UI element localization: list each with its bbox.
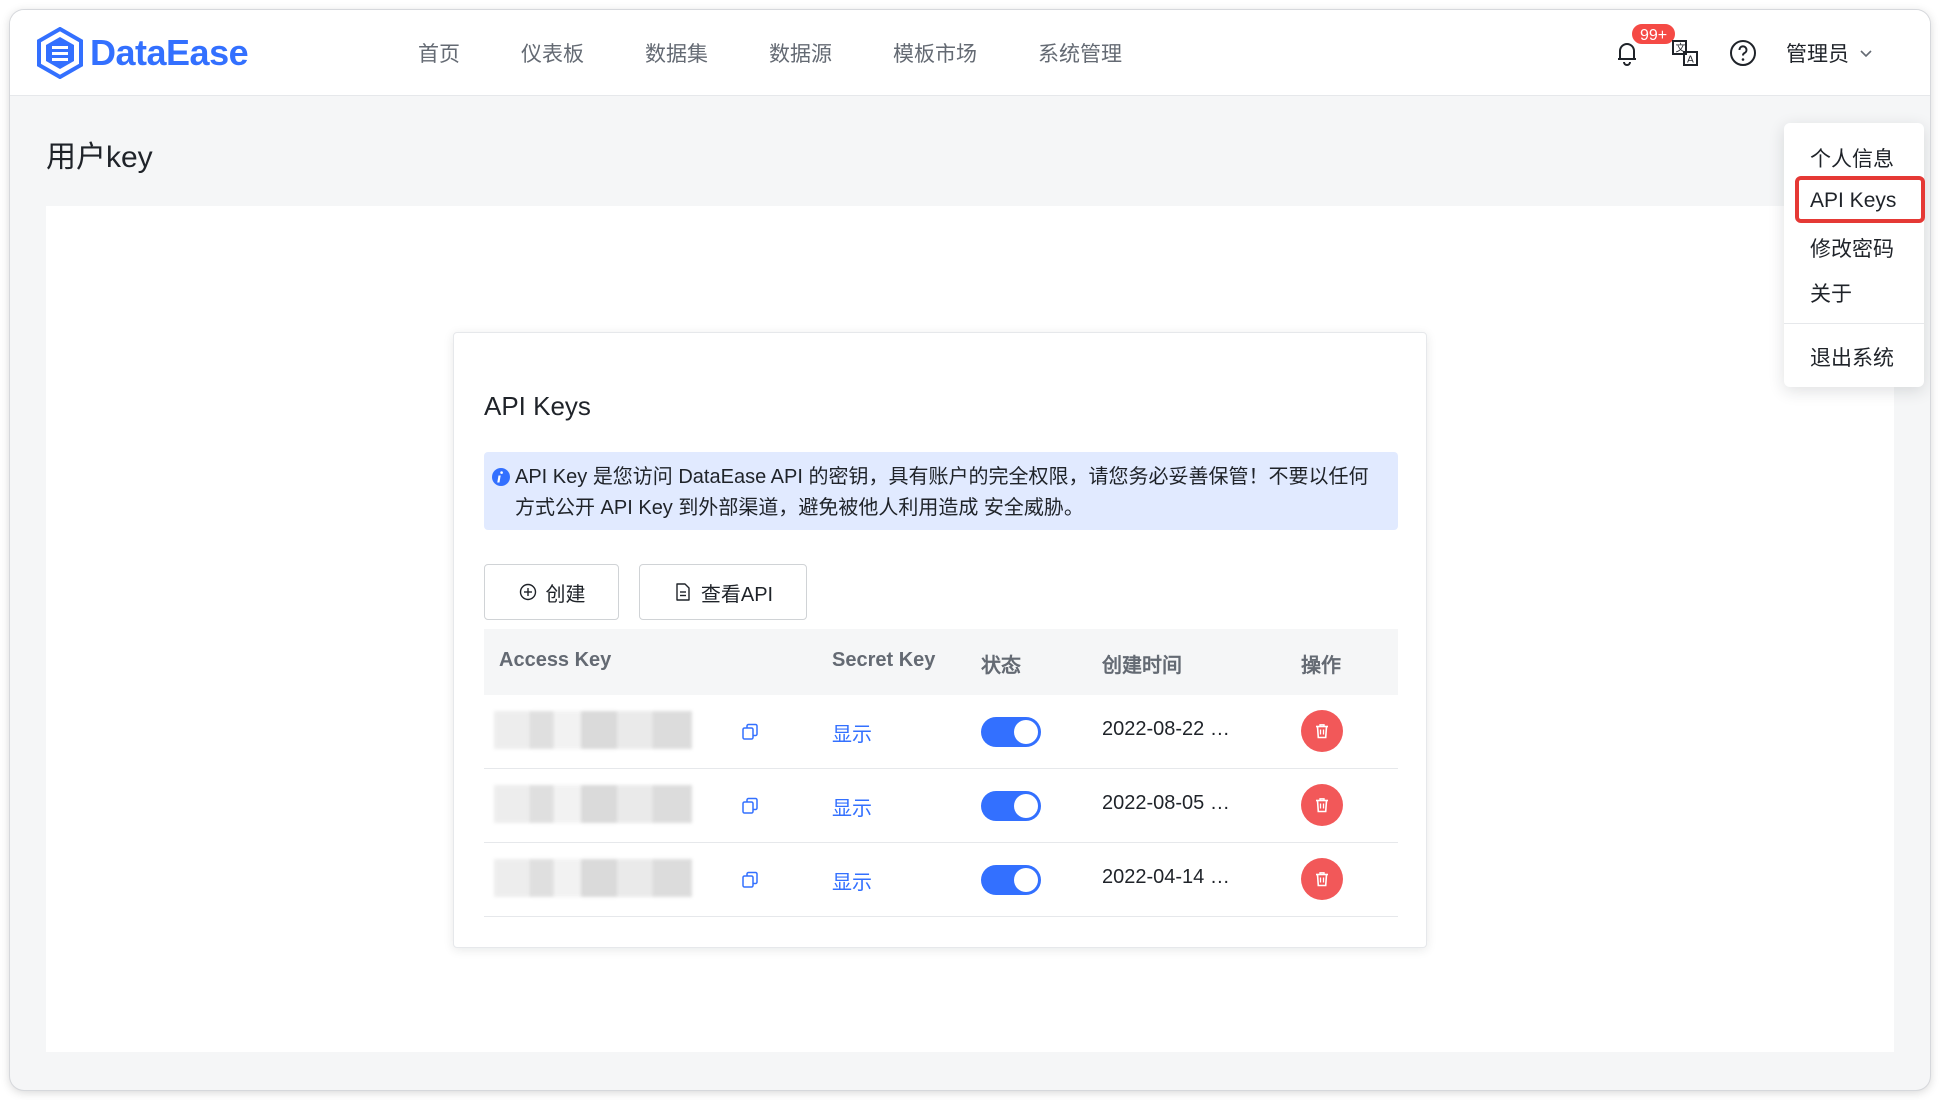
trash-icon xyxy=(1316,798,1328,813)
info-alert: API Key 是您访问 DataEase API 的密钥，具有账户的完全权限，… xyxy=(484,452,1398,530)
menu-item-about[interactable]: 关于 xyxy=(1810,278,1852,308)
logo-text: DataEase xyxy=(90,32,249,73)
table-header: Access Key Secret Key 状态 创建时间 操作 xyxy=(484,629,1398,695)
access-key-redacted xyxy=(494,785,692,823)
column-header-status: 状态 xyxy=(981,655,1021,677)
main-nav: 首页 仪表板 数据集 数据源 模板市场 系统管理 xyxy=(418,10,1183,96)
chevron-down-icon xyxy=(1860,50,1872,58)
show-secret-link[interactable]: 显示 xyxy=(832,866,872,895)
create-button-label: 创建 xyxy=(545,583,586,606)
help-icon[interactable] xyxy=(1728,38,1758,68)
column-header-created-time: 创建时间 xyxy=(1102,655,1182,677)
show-secret-link[interactable]: 显示 xyxy=(832,718,872,747)
nav-item-dataset[interactable]: 数据集 xyxy=(645,38,708,68)
created-time: 2022-04-14 … xyxy=(1102,866,1230,888)
access-key-redacted xyxy=(494,859,692,897)
view-api-button[interactable]: 查看API xyxy=(639,564,807,620)
app-window: DataEase 首页 仪表板 数据集 数据源 模板市场 系统管理 99+ 文 … xyxy=(10,10,1930,1090)
logo[interactable]: DataEase xyxy=(36,27,249,79)
user-menu[interactable]: 管理员 xyxy=(1786,10,1873,96)
top-navbar: DataEase 首页 仪表板 数据集 数据源 模板市场 系统管理 99+ 文 … xyxy=(10,10,1930,96)
view-api-button-label: 查看API xyxy=(700,583,774,606)
trash-icon xyxy=(1316,872,1328,887)
menu-item-profile[interactable]: 个人信息 xyxy=(1810,143,1894,173)
status-toggle[interactable] xyxy=(981,791,1041,821)
copy-icon[interactable] xyxy=(740,870,760,890)
nav-item-home[interactable]: 首页 xyxy=(418,38,460,68)
user-dropdown-menu: 个人信息 API Keys 修改密码 关于 退出系统 xyxy=(1784,123,1924,387)
copy-icon[interactable] xyxy=(740,722,760,742)
trash-icon xyxy=(1316,724,1328,739)
column-header-access-key: Access Key xyxy=(499,649,612,671)
create-button[interactable]: 创建 xyxy=(484,564,619,620)
table-row: 显示 2022-08-05 … xyxy=(484,769,1398,843)
created-time: 2022-08-05 … xyxy=(1102,792,1230,814)
nav-item-template-market[interactable]: 模板市场 xyxy=(893,38,977,68)
created-time: 2022-08-22 … xyxy=(1102,718,1230,740)
copy-icon[interactable] xyxy=(740,796,760,816)
table-row: 显示 2022-04-14 … xyxy=(484,843,1398,917)
page-title: 用户key xyxy=(46,141,153,174)
delete-button[interactable] xyxy=(1301,710,1343,752)
card-title: API Keys xyxy=(484,391,591,421)
delete-button[interactable] xyxy=(1301,858,1343,900)
api-keys-card: API Keys API Key 是您访问 DataEase API 的密钥，具… xyxy=(453,332,1427,948)
menu-item-logout[interactable]: 退出系统 xyxy=(1810,342,1894,372)
api-keys-table: Access Key Secret Key 状态 创建时间 操作 显示 2022… xyxy=(484,629,1398,917)
svg-text:A: A xyxy=(1687,55,1694,66)
show-secret-link[interactable]: 显示 xyxy=(832,792,872,821)
dataease-logo-icon xyxy=(37,27,83,79)
nav-item-dashboard[interactable]: 仪表板 xyxy=(521,38,584,68)
status-toggle[interactable] xyxy=(981,717,1041,747)
delete-button[interactable] xyxy=(1301,784,1343,826)
access-key-redacted xyxy=(494,711,692,749)
table-row: 显示 2022-08-22 … xyxy=(484,695,1398,769)
language-icon[interactable]: 文 A xyxy=(1670,38,1700,68)
nav-item-system-management[interactable]: 系统管理 xyxy=(1038,38,1122,68)
user-name: 管理员 xyxy=(1786,43,1849,66)
column-header-secret-key: Secret Key xyxy=(832,649,936,671)
menu-item-change-password[interactable]: 修改密码 xyxy=(1810,233,1894,263)
status-toggle[interactable] xyxy=(981,865,1041,895)
plus-circle-icon xyxy=(519,583,536,601)
info-icon xyxy=(492,468,510,486)
column-header-actions: 操作 xyxy=(1301,655,1341,677)
highlight-box xyxy=(1795,176,1925,223)
nav-item-datasource[interactable]: 数据源 xyxy=(769,38,832,68)
document-icon xyxy=(676,583,690,601)
menu-divider xyxy=(1784,323,1924,324)
alert-text: API Key 是您访问 DataEase API 的密钥，具有账户的完全权限，… xyxy=(515,466,1369,519)
